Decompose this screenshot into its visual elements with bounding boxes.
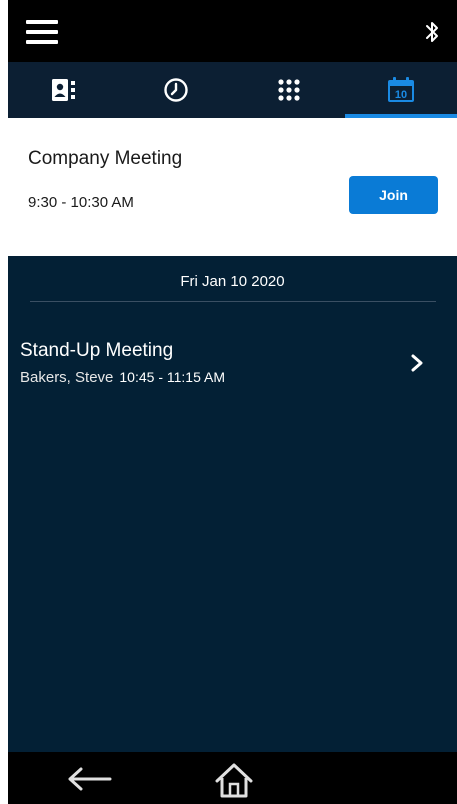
nav-bar xyxy=(8,752,457,804)
join-button[interactable]: Join xyxy=(349,176,438,214)
device-frame: 10 Company Meeting 9:30 - 10:30 AM Join … xyxy=(8,0,457,804)
date-divider xyxy=(30,301,436,302)
tab-dialpad[interactable] xyxy=(233,62,345,118)
schedule-date-header: Fri Jan 10 2020 xyxy=(180,273,285,290)
calendar-day-number: 10 xyxy=(395,89,407,101)
current-meeting-time: 9:30 - 10:30 AM xyxy=(28,194,134,211)
meeting-title: Stand-Up Meeting xyxy=(20,340,174,361)
home-icon[interactable] xyxy=(214,762,254,798)
app-screen: 10 Company Meeting 9:30 - 10:30 AM Join … xyxy=(0,0,457,804)
bluetooth-icon xyxy=(426,22,438,42)
status-bar xyxy=(8,0,457,62)
hamburger-menu-icon[interactable] xyxy=(26,20,60,48)
back-arrow-icon[interactable] xyxy=(66,766,112,792)
meeting-list-item[interactable]: Stand-Up Meeting Bakers, Steve 10:45 - 11… xyxy=(8,336,457,392)
chevron-right-icon[interactable] xyxy=(410,353,424,373)
current-meeting-card: Company Meeting 9:30 - 10:30 AM Join xyxy=(8,118,457,256)
dialpad-icon xyxy=(278,79,300,101)
recents-clock-icon xyxy=(164,78,189,102)
calendar-icon: 10 xyxy=(387,77,414,102)
tab-bar: 10 xyxy=(8,62,457,118)
current-meeting-title: Company Meeting xyxy=(28,148,183,169)
meeting-details: Bakers, Steve 10:45 - 11:15 AM xyxy=(20,369,225,386)
schedule-panel: Fri Jan 10 2020 Stand-Up Meeting Bakers,… xyxy=(8,256,457,752)
tab-calendar[interactable]: 10 xyxy=(344,62,457,118)
meeting-organizer: Bakers, Steve xyxy=(20,369,114,386)
tab-recents[interactable] xyxy=(120,62,232,118)
contacts-icon xyxy=(52,79,76,101)
meeting-time: 10:45 - 11:15 AM xyxy=(119,369,225,385)
tab-contacts[interactable] xyxy=(8,62,120,118)
